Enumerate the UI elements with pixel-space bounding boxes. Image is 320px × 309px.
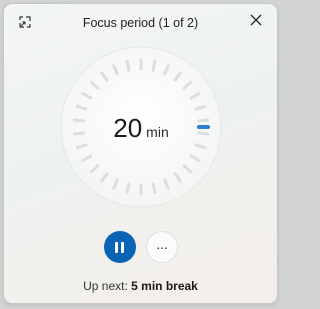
- window-title: Focus period (1 of 2): [82, 16, 199, 30]
- up-next-value: 5 min break: [131, 279, 198, 293]
- dial-tick: [125, 182, 131, 195]
- up-next: Up next: 5 min break: [4, 279, 277, 293]
- dial-tick: [125, 59, 131, 72]
- dial-tick: [151, 182, 157, 195]
- pause-button[interactable]: [103, 231, 136, 263]
- timer-dial: 20 min: [59, 45, 223, 209]
- more-button[interactable]: ···: [145, 231, 178, 263]
- close-button[interactable]: [243, 9, 269, 35]
- timer-value: 20: [113, 113, 143, 143]
- timer-unit: min: [146, 124, 169, 140]
- close-icon: [249, 13, 263, 32]
- more-icon: ···: [156, 239, 168, 255]
- dial-tick: [151, 59, 157, 72]
- pause-icon: [114, 241, 126, 253]
- timer-readout: 20 min: [59, 113, 223, 144]
- focus-window: Focus period (1 of 2) 20 min ··· Up next…: [4, 4, 277, 303]
- up-next-label: Up next:: [83, 279, 132, 293]
- timer-controls: ···: [4, 231, 277, 263]
